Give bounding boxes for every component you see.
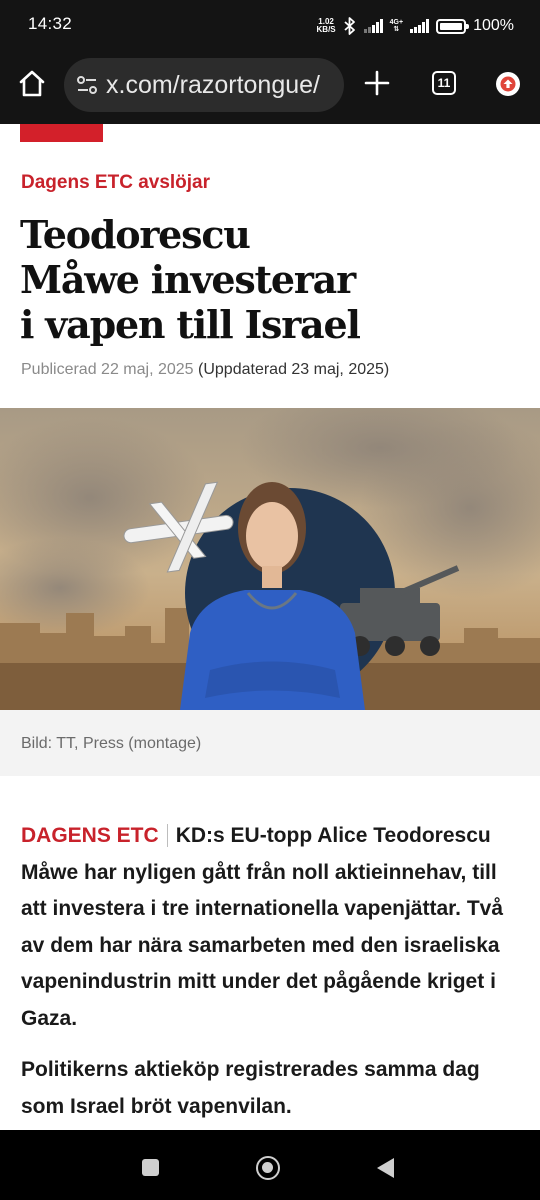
article-hero-image[interactable] — [0, 408, 540, 710]
bluetooth-icon — [344, 17, 355, 35]
home-nav-icon[interactable] — [256, 1156, 280, 1180]
battery-icon — [436, 18, 470, 34]
site-settings-icon[interactable] — [76, 75, 98, 95]
system-nav-bar — [0, 1130, 540, 1200]
updated-date: (Uppdaterad 23 maj, 2025) — [198, 361, 390, 378]
network-type-label: 4G+ — [389, 19, 404, 26]
lead-tag: DAGENS ETC — [21, 824, 168, 847]
address-bar[interactable]: x.com/razortongue/ — [64, 58, 344, 112]
article-headline: Teodorescu Måwe investerar i vapen till … — [20, 212, 520, 347]
body-paragraph-2: Politikerns aktieköp registrerades samma… — [21, 1058, 480, 1118]
status-icons: 1.02 KB/S 4G+ ⇅ 100% — [317, 14, 514, 38]
article-page: Dagens ETC avslöjar Teodorescu Måwe inve… — [0, 124, 540, 1130]
headline-line-1: Teodorescu — [20, 212, 251, 257]
headline-line-2: Måwe investerar — [20, 257, 356, 302]
network-speed-unit: KB/S — [316, 25, 336, 34]
headline-line-3: i vapen till Israel — [20, 302, 361, 347]
status-bar: 14:32 1.02 KB/S 4G+ ⇅ 100% — [0, 0, 540, 52]
upgrade-arrow-icon — [500, 76, 516, 92]
article-dates: Publicerad 22 maj, 2025 (Uppdaterad 23 m… — [21, 361, 389, 379]
battery-percent: 100% — [473, 17, 514, 34]
browser-toolbar: x.com/razortongue/ 11 — [0, 52, 540, 124]
tab-switcher-icon[interactable]: 11 — [432, 71, 456, 95]
url-text: x.com/razortongue/ — [106, 71, 320, 99]
image-caption: Bild: TT, Press (montage) — [21, 735, 202, 752]
signal-icon — [363, 19, 383, 33]
lead-paragraph: DAGENS ETC KD:s EU-topp Alice Teodorescu … — [21, 818, 521, 1037]
network-type: 4G+ ⇅ — [390, 19, 403, 33]
published-date: Publicerad 22 maj, 2025 — [21, 361, 194, 378]
lead-text: KD:s EU-topp Alice Teodorescu Måwe har n… — [21, 824, 504, 1030]
brand-accent-bar — [20, 124, 103, 142]
data-arrows-icon: ⇅ — [393, 26, 400, 33]
article-kicker[interactable]: Dagens ETC avslöjar — [21, 172, 210, 194]
new-tab-icon[interactable] — [364, 70, 390, 96]
montage-illustration — [0, 408, 540, 710]
status-time: 14:32 — [28, 14, 73, 33]
home-icon[interactable] — [16, 68, 48, 100]
network-speed: 1.02 KB/S — [317, 18, 336, 34]
signal-icon-2 — [410, 19, 430, 33]
image-caption-box: Bild: TT, Press (montage) — [0, 710, 540, 776]
upgrade-icon[interactable] — [496, 72, 520, 96]
back-icon[interactable] — [377, 1158, 394, 1178]
recents-icon[interactable] — [142, 1159, 159, 1176]
tab-count: 11 — [437, 76, 451, 90]
